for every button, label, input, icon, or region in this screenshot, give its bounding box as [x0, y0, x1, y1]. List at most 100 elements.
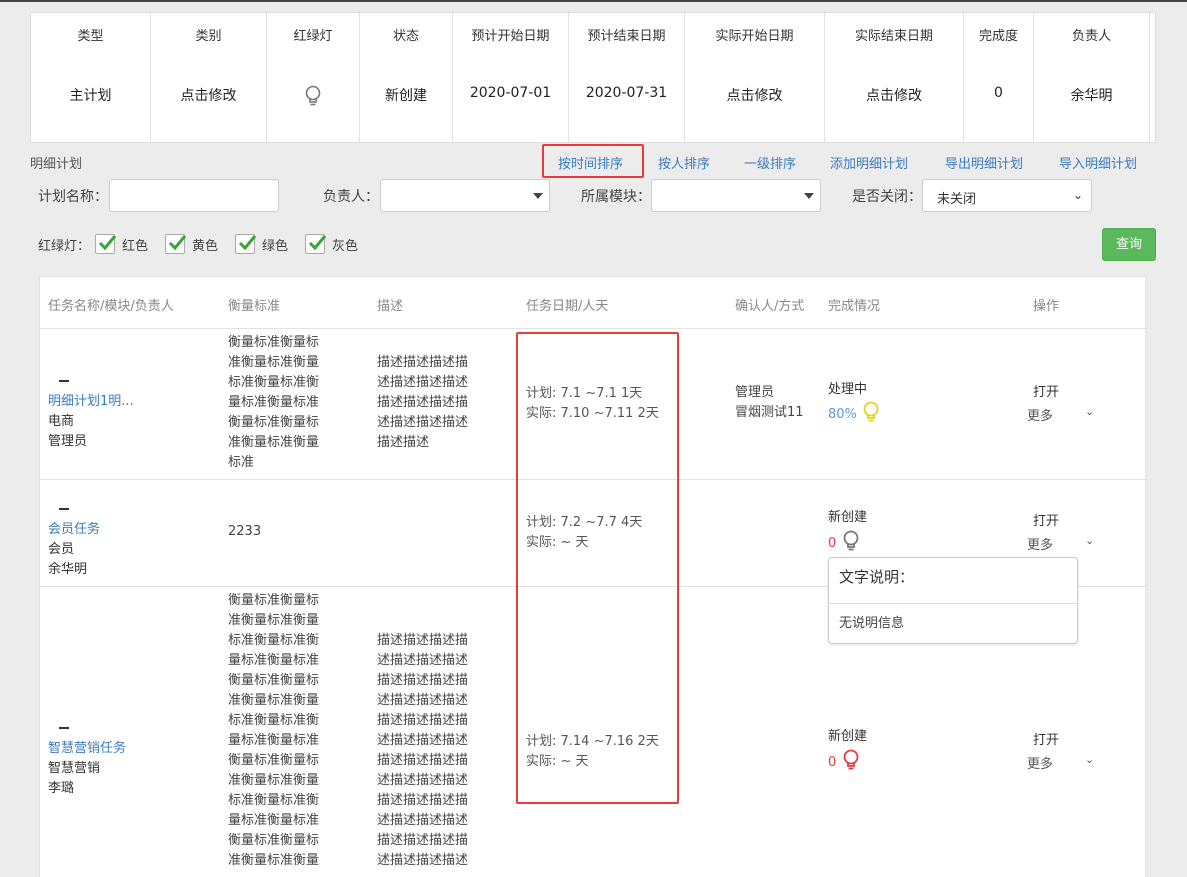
completion-percent: 0 — [828, 536, 837, 551]
task-module: 会员 — [48, 542, 75, 557]
sort-by-time-link[interactable]: 按时间排序 — [558, 153, 623, 172]
category-edit-link[interactable]: 点击修改 — [151, 85, 266, 105]
th-confirmer: 确认人/方式 — [735, 299, 805, 314]
summary-header: 完成度 — [978, 29, 1018, 44]
more-button[interactable]: 更多 — [1027, 534, 1053, 553]
checkbox-green[interactable] — [235, 234, 257, 254]
summary-header: 预计开始日期 — [471, 29, 550, 44]
sort-by-person-link[interactable]: 按人排序 — [658, 153, 710, 172]
summary-col-light: 红绿灯 — [267, 13, 360, 143]
plan-name-label: 计划名称： — [38, 189, 108, 205]
completion-percent: 0 — [828, 755, 837, 770]
task-module: 电商 — [48, 414, 75, 429]
checkbox-yellow-label: 黄色 — [192, 239, 219, 254]
task-name-link[interactable]: 明细计划1明... — [48, 392, 134, 412]
completion-status: 新创建 — [828, 729, 868, 744]
summary-value: 2020-07-31 — [585, 85, 668, 101]
lightbulb-icon — [842, 749, 860, 775]
checkbox-gray[interactable] — [305, 234, 327, 254]
th-task-name: 任务名称/模块/负责人 — [48, 299, 174, 314]
description-text: 描述描述描述描 述描述描述描述 描述描述描述描 述描述描述描述 描述描述描述描 述描述描述… — [377, 633, 469, 868]
collapse-icon[interactable] — [59, 380, 69, 382]
light-filter-label: 红绿灯： — [38, 239, 91, 254]
summary-value: 新创建 — [385, 88, 427, 104]
summary-col-plan-start: 预计开始日期 2020-07-01 — [453, 13, 569, 143]
summary-header: 预计结束日期 — [587, 29, 666, 44]
summary-col-status: 状态 新创建 — [360, 13, 453, 143]
plan-name-input[interactable] — [109, 179, 279, 212]
closed-label: 是否关闭： — [852, 189, 922, 205]
closed-select-value: 未关闭 — [937, 192, 977, 207]
owner-label: 负责人： — [323, 189, 379, 205]
chevron-down-icon[interactable]: ⌄ — [1085, 405, 1094, 418]
check-icon — [168, 235, 187, 251]
summary-col-progress: 完成度 0 — [964, 13, 1034, 143]
summary-header: 实际结束日期 — [854, 29, 933, 44]
first-level-sort-link[interactable]: 一级排序 — [744, 153, 796, 172]
top-border — [0, 0, 1187, 2]
summary-header: 实际开始日期 — [715, 29, 794, 44]
chevron-down-icon[interactable]: ⌄ — [1085, 534, 1094, 547]
task-name-link[interactable]: 智慧营销任务 — [48, 739, 126, 759]
actual-start-edit-link[interactable]: 点击修改 — [685, 85, 824, 105]
summary-col-actual-end: 实际结束日期 点击修改 — [825, 13, 964, 143]
summary-col-type: 类型 主计划 — [31, 13, 151, 143]
summary-header: 负责人 — [1071, 29, 1111, 44]
summary-header: 红绿灯 — [293, 29, 333, 44]
checkbox-yellow[interactable] — [165, 234, 187, 254]
description-tooltip: 文字说明： 无说明信息 — [828, 557, 1078, 644]
checkbox-green-label: 绿色 — [262, 239, 289, 254]
closed-select[interactable]: 未关闭 ⌄ — [922, 179, 1092, 212]
task-owner: 管理员 — [48, 434, 88, 449]
open-button[interactable]: 打开 — [1033, 729, 1059, 748]
th-standard: 衡量标准 — [228, 299, 281, 314]
standard-text: 衡量标准衡量标 准衡量标准衡量 标准衡量标准衡 量标准衡量标准 衡量标准衡量标 准衡量标准… — [228, 335, 320, 470]
chevron-down-icon[interactable]: ⌄ — [1085, 753, 1094, 766]
th-description: 描述 — [377, 299, 404, 314]
open-button[interactable]: 打开 — [1033, 510, 1059, 529]
summary-header: 类型 — [77, 29, 104, 44]
summary-col-owner: 负责人 余华明 — [1034, 13, 1150, 143]
more-button[interactable]: 更多 — [1027, 753, 1053, 772]
summary-header: 状态 — [392, 29, 419, 44]
lightbulb-icon — [862, 401, 880, 427]
task-owner: 余华明 — [48, 562, 88, 577]
summary-col-category: 类别 点击修改 — [151, 13, 267, 143]
standard-text: 衡量标准衡量标 准衡量标准衡量 标准衡量标准衡 量标准衡量标准 衡量标准衡量标 准衡量标准… — [228, 593, 320, 868]
tooltip-body: 无说明信息 — [839, 616, 905, 631]
import-detail-plan-link[interactable]: 导入明细计划 — [1059, 153, 1137, 172]
actual-end-edit-link[interactable]: 点击修改 — [825, 85, 963, 105]
th-completion: 完成情况 — [828, 299, 881, 314]
summary-value: 0 — [994, 85, 1003, 101]
dropdown-caret-icon — [804, 193, 814, 199]
plan-summary-table: 类型 主计划 类别 点击修改 红绿灯 状态 新创建 预计开始日期 2020-07… — [30, 12, 1156, 143]
checkbox-red[interactable] — [95, 234, 117, 254]
summary-col-actual-start: 实际开始日期 点击修改 — [685, 13, 825, 143]
row-divider — [40, 328, 1147, 329]
export-detail-plan-link[interactable]: 导出明细计划 — [945, 153, 1023, 172]
task-module: 智慧营销 — [48, 761, 101, 776]
tooltip-divider — [829, 603, 1077, 604]
th-actions: 操作 — [1033, 299, 1060, 314]
task-name-link[interactable]: 会员任务 — [48, 520, 100, 540]
summary-value: 余华明 — [1070, 88, 1113, 104]
collapse-icon[interactable] — [59, 508, 69, 510]
lightbulb-icon — [267, 85, 359, 111]
task-owner: 李璐 — [48, 781, 75, 796]
highlight-box-task-dates — [516, 332, 679, 804]
collapse-icon[interactable] — [59, 727, 69, 729]
owner-select[interactable] — [380, 179, 550, 212]
description-text: 描述描述描述描 述描述描述描述 描述描述描述描 述描述描述描述 描述描述 — [377, 355, 469, 450]
confirmer-text: 管理员 冒烟测试11 — [735, 385, 804, 420]
checkbox-red-label: 红色 — [122, 239, 149, 254]
open-button[interactable]: 打开 — [1033, 381, 1059, 400]
add-detail-plan-link[interactable]: 添加明细计划 — [830, 153, 908, 172]
query-button[interactable]: 查询 — [1102, 228, 1156, 261]
lightbulb-icon — [842, 530, 860, 556]
tooltip-title: 文字说明： — [839, 568, 915, 586]
check-icon — [98, 235, 117, 251]
more-button[interactable]: 更多 — [1027, 405, 1053, 424]
completion-percent: 80% — [828, 407, 857, 422]
summary-header: 类别 — [195, 29, 222, 44]
module-select[interactable] — [651, 179, 821, 212]
